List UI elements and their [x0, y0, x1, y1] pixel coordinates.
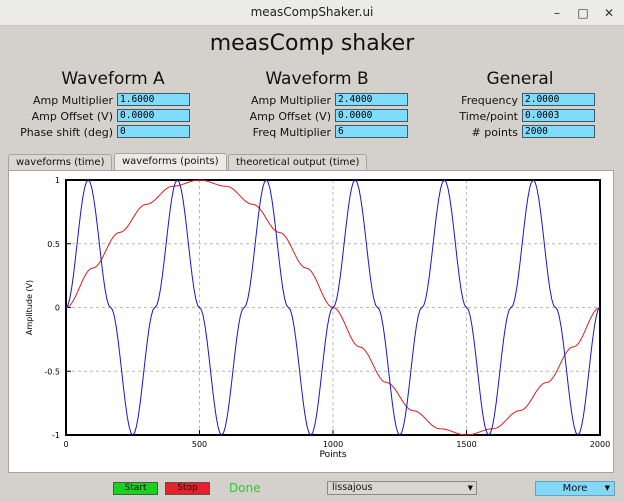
x-tick-label: 1500 — [456, 440, 476, 449]
time-per-point-field[interactable]: 0.0003 — [522, 109, 595, 122]
amp-offset-a-field[interactable]: 0.0000 — [117, 109, 190, 122]
app-title: measComp shaker — [209, 31, 415, 56]
more-button[interactable]: More ▼ — [535, 481, 615, 496]
more-button-label: More — [562, 483, 588, 494]
mode-select[interactable]: lissajous ▼ — [327, 481, 477, 495]
chart-background — [9, 171, 613, 472]
window-title: measCompShaker.ui — [250, 5, 374, 19]
status-text: Done — [229, 481, 261, 495]
freq-multiplier-label: Freq Multiplier — [252, 126, 331, 139]
chevron-down-icon: ▼ — [467, 484, 473, 492]
amp-multiplier-a-label: Amp Multiplier — [33, 94, 113, 107]
waveform-a-heading: Waveform A — [61, 69, 165, 89]
x-tick-label: 1000 — [323, 440, 343, 449]
y-tick-label: -0.5 — [44, 367, 60, 376]
general-heading: General — [486, 69, 554, 89]
phase-shift-field[interactable]: 0 — [117, 125, 190, 138]
amp-multiplier-a-field[interactable]: 1.6000 — [117, 93, 190, 106]
y-axis-label: Amplitude (V) — [25, 280, 34, 335]
waveform-b-heading: Waveform B — [265, 69, 369, 89]
y-tick-label: 0.5 — [47, 240, 60, 249]
y-tick-label: 1 — [55, 176, 60, 185]
tab-waveforms-time[interactable]: waveforms (time) — [8, 154, 113, 171]
tab-waveforms-points[interactable]: waveforms (points) — [114, 153, 227, 171]
chart-panel: 0 500 1000 1500 2000 -1 -0.5 0 0.5 1 Points Amplitu… — [8, 170, 614, 473]
amp-offset-a-label: Amp Offset (V) — [31, 110, 113, 123]
x-tick-label: 0 — [63, 440, 68, 449]
tab-theoretical-output[interactable]: theoretical output (time) — [228, 154, 368, 171]
phase-shift-label: Phase shift (deg) — [20, 126, 113, 139]
x-tick-label: 2000 — [590, 440, 610, 449]
x-axis-label: Points — [319, 450, 346, 460]
amp-offset-b-label: Amp Offset (V) — [249, 110, 331, 123]
num-points-label: # points — [471, 126, 519, 139]
time-per-point-label: Time/point — [459, 110, 518, 123]
waveform-chart: 0 500 1000 1500 2000 -1 -0.5 0 0.5 1 Points Amplitu… — [9, 171, 613, 472]
x-tick-label: 500 — [192, 440, 207, 449]
mode-select-value: lissajous — [332, 482, 373, 493]
frequency-label: Frequency — [461, 94, 518, 107]
start-button[interactable]: Start — [113, 482, 158, 495]
stop-button[interactable]: Stop — [165, 482, 210, 495]
y-tick-label: -1 — [52, 431, 60, 440]
chevron-down-icon: ▼ — [604, 484, 610, 492]
y-tick-label: 0 — [55, 304, 60, 313]
window-titlebar: measCompShaker.ui – □ ✕ — [0, 0, 624, 26]
close-icon[interactable]: ✕ — [600, 4, 618, 22]
num-points-field[interactable]: 2000 — [522, 125, 595, 138]
frequency-field[interactable]: 2.0000 — [522, 93, 595, 106]
amp-multiplier-b-label: Amp Multiplier — [251, 94, 331, 107]
minimize-icon[interactable]: – — [548, 4, 566, 22]
maximize-icon[interactable]: □ — [574, 4, 592, 22]
